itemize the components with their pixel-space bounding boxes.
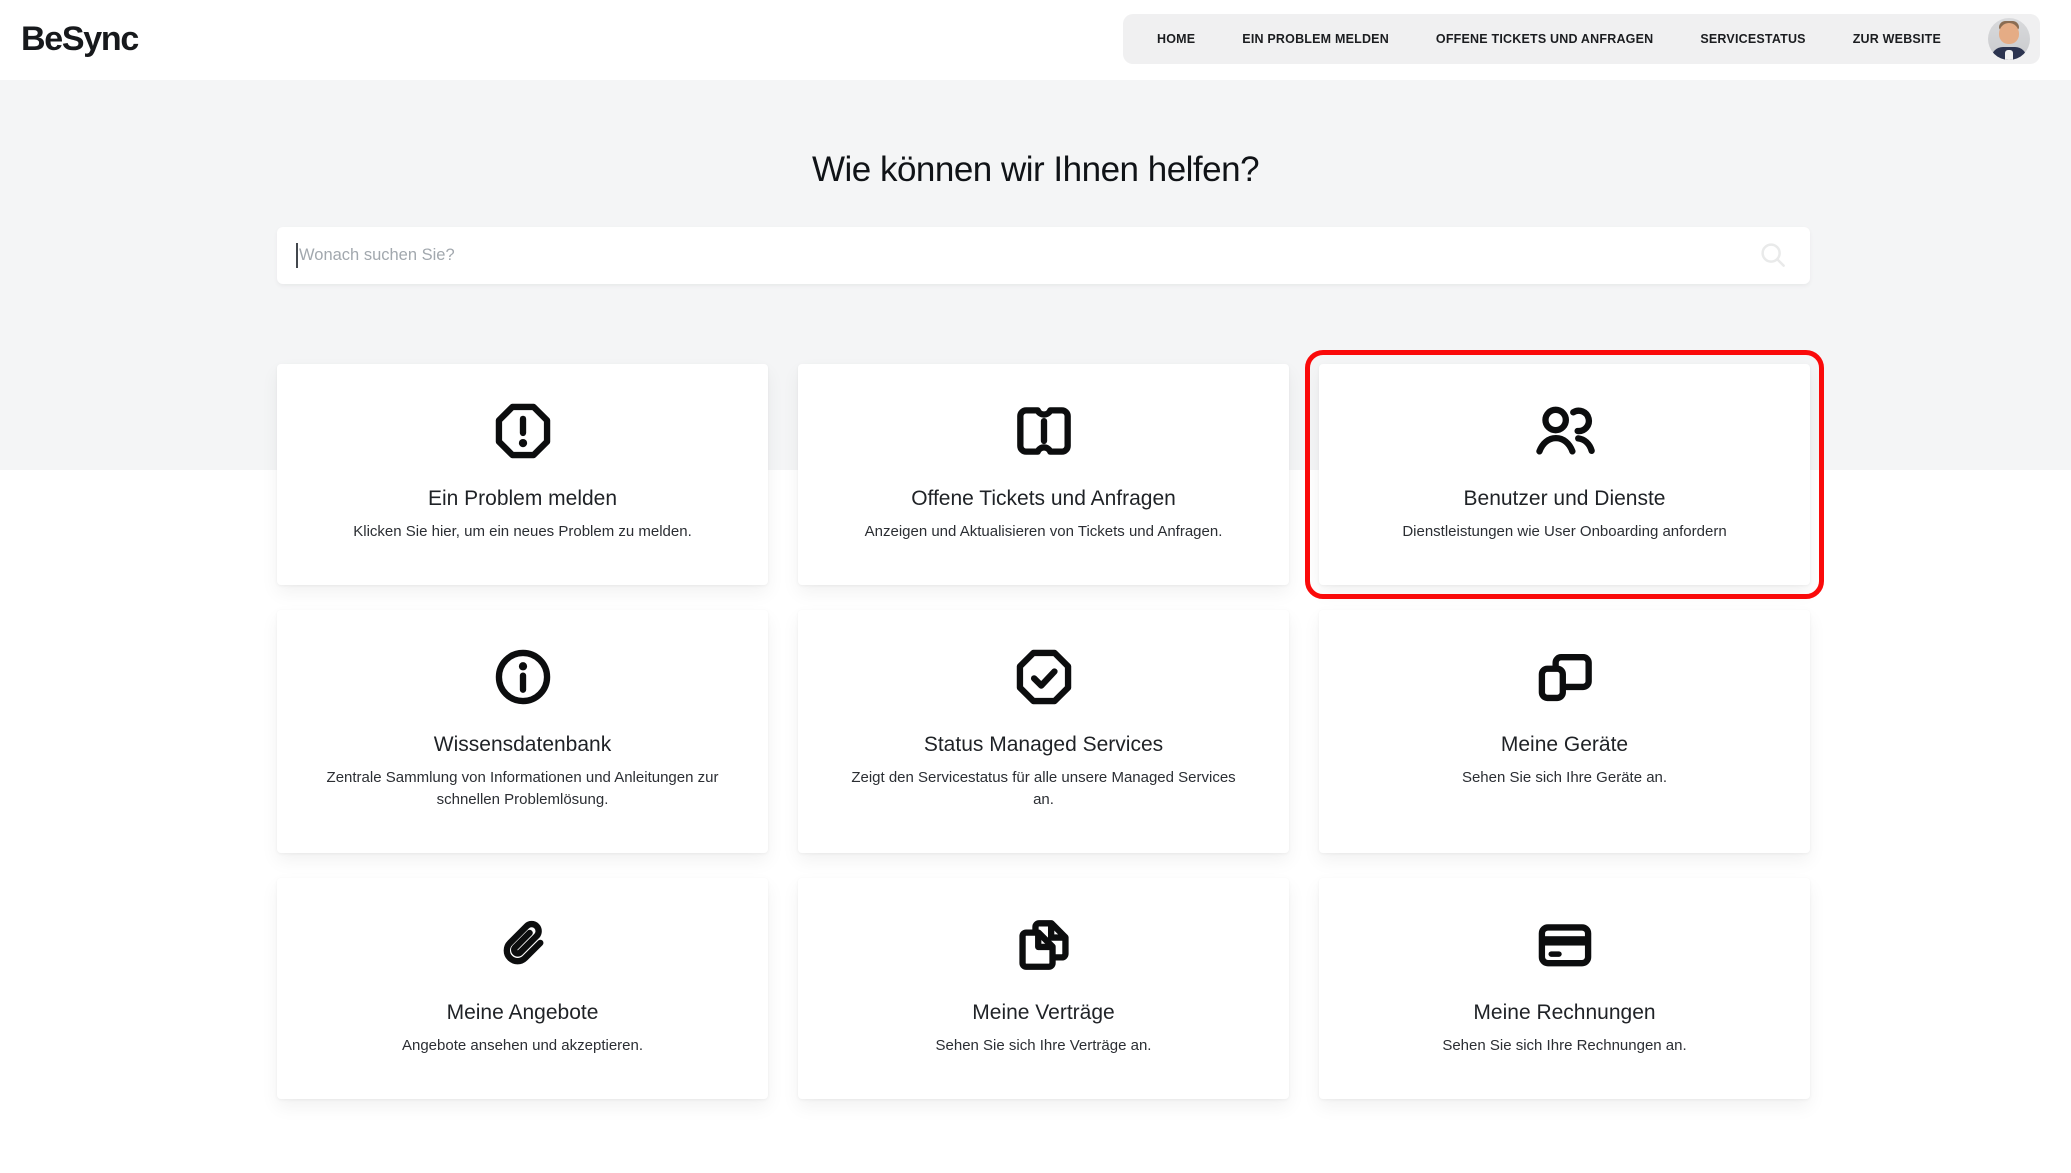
- card-wissensdatenbank[interactable]: Wissensdatenbank Zentrale Sammlung von I…: [277, 610, 768, 853]
- card-description: Sehen Sie sich Ihre Rechnungen an.: [1363, 1035, 1766, 1057]
- card-description: Anzeigen und Aktualisieren von Tickets u…: [842, 521, 1245, 543]
- nav-item-home[interactable]: HOME: [1157, 32, 1195, 46]
- credit-card-icon: [1363, 912, 1766, 978]
- avatar-shirt: [2005, 50, 2013, 60]
- card-status-managed-services[interactable]: Status Managed Services Zeigt den Servic…: [798, 610, 1289, 853]
- nav-item-servicestatus[interactable]: SERVICESTATUS: [1700, 32, 1805, 46]
- text-cursor: [296, 243, 298, 268]
- card-title: Status Managed Services: [842, 732, 1245, 757]
- nav-item-zur-website[interactable]: ZUR WEBSITE: [1853, 32, 1941, 46]
- card-description: Klicken Sie hier, um ein neues Problem z…: [321, 521, 724, 543]
- card-description: Zeigt den Servicestatus für alle unsere …: [842, 767, 1245, 811]
- card-ein-problem-melden[interactable]: Ein Problem melden Klicken Sie hier, um …: [277, 364, 768, 585]
- card-title: Meine Angebote: [321, 1000, 724, 1025]
- check-octagon-icon: [842, 644, 1245, 710]
- files-icon: [842, 912, 1245, 978]
- card-offene-tickets[interactable]: Offene Tickets und Anfragen Anzeigen und…: [798, 364, 1289, 585]
- nav-item-open-tickets[interactable]: OFFENE TICKETS UND ANFRAGEN: [1436, 32, 1653, 46]
- card-description: Sehen Sie sich Ihre Geräte an.: [1363, 767, 1766, 789]
- card-description: Angebote ansehen und akzeptieren.: [321, 1035, 724, 1057]
- search-icon[interactable]: [1758, 240, 1788, 270]
- card-description: Zentrale Sammlung von Informationen und …: [321, 767, 724, 811]
- users-icon: [1363, 398, 1766, 464]
- card-title: Offene Tickets und Anfragen: [842, 486, 1245, 511]
- card-title: Wissensdatenbank: [321, 732, 724, 757]
- search-bar: [277, 227, 1810, 284]
- card-title: Ein Problem melden: [321, 486, 724, 511]
- avatar-face: [1999, 23, 2019, 44]
- card-title: Benutzer und Dienste: [1363, 486, 1766, 511]
- ticket-icon: [842, 398, 1245, 464]
- card-meine-angebote[interactable]: Meine Angebote Angebote ansehen und akze…: [277, 878, 768, 1099]
- helpdesk-portal-page: BeSync HOME EIN PROBLEM MELDEN OFFENE TI…: [0, 0, 2071, 1173]
- search-input[interactable]: [277, 227, 1810, 284]
- warning-octagon-icon: [321, 398, 724, 464]
- card-title: Meine Verträge: [842, 1000, 1245, 1025]
- card-meine-vertraege[interactable]: Meine Verträge Sehen Sie sich Ihre Vertr…: [798, 878, 1289, 1099]
- card-meine-rechnungen[interactable]: Meine Rechnungen Sehen Sie sich Ihre Rec…: [1319, 878, 1810, 1099]
- paperclip-icon: [321, 912, 724, 978]
- main-navigation: HOME EIN PROBLEM MELDEN OFFENE TICKETS U…: [1123, 14, 2040, 64]
- brand-logo[interactable]: BeSync: [21, 20, 138, 59]
- header: BeSync HOME EIN PROBLEM MELDEN OFFENE TI…: [0, 0, 2071, 80]
- card-meine-geraete[interactable]: Meine Geräte Sehen Sie sich Ihre Geräte …: [1319, 610, 1810, 853]
- card-title: Meine Rechnungen: [1363, 1000, 1766, 1025]
- info-circle-icon: [321, 644, 724, 710]
- page-title: Wie können wir Ihnen helfen?: [0, 150, 2071, 190]
- card-benutzer-und-dienste[interactable]: Benutzer und Dienste Dienstleistungen wi…: [1319, 364, 1810, 585]
- card-description: Sehen Sie sich Ihre Verträge an.: [842, 1035, 1245, 1057]
- card-title: Meine Geräte: [1363, 732, 1766, 757]
- card-description: Dienstleistungen wie User Onboarding anf…: [1363, 521, 1766, 543]
- nav-item-report-problem[interactable]: EIN PROBLEM MELDEN: [1242, 32, 1389, 46]
- quick-links-grid: Ein Problem melden Klicken Sie hier, um …: [277, 364, 1810, 1099]
- user-avatar[interactable]: [1988, 18, 2030, 60]
- devices-icon: [1363, 644, 1766, 710]
